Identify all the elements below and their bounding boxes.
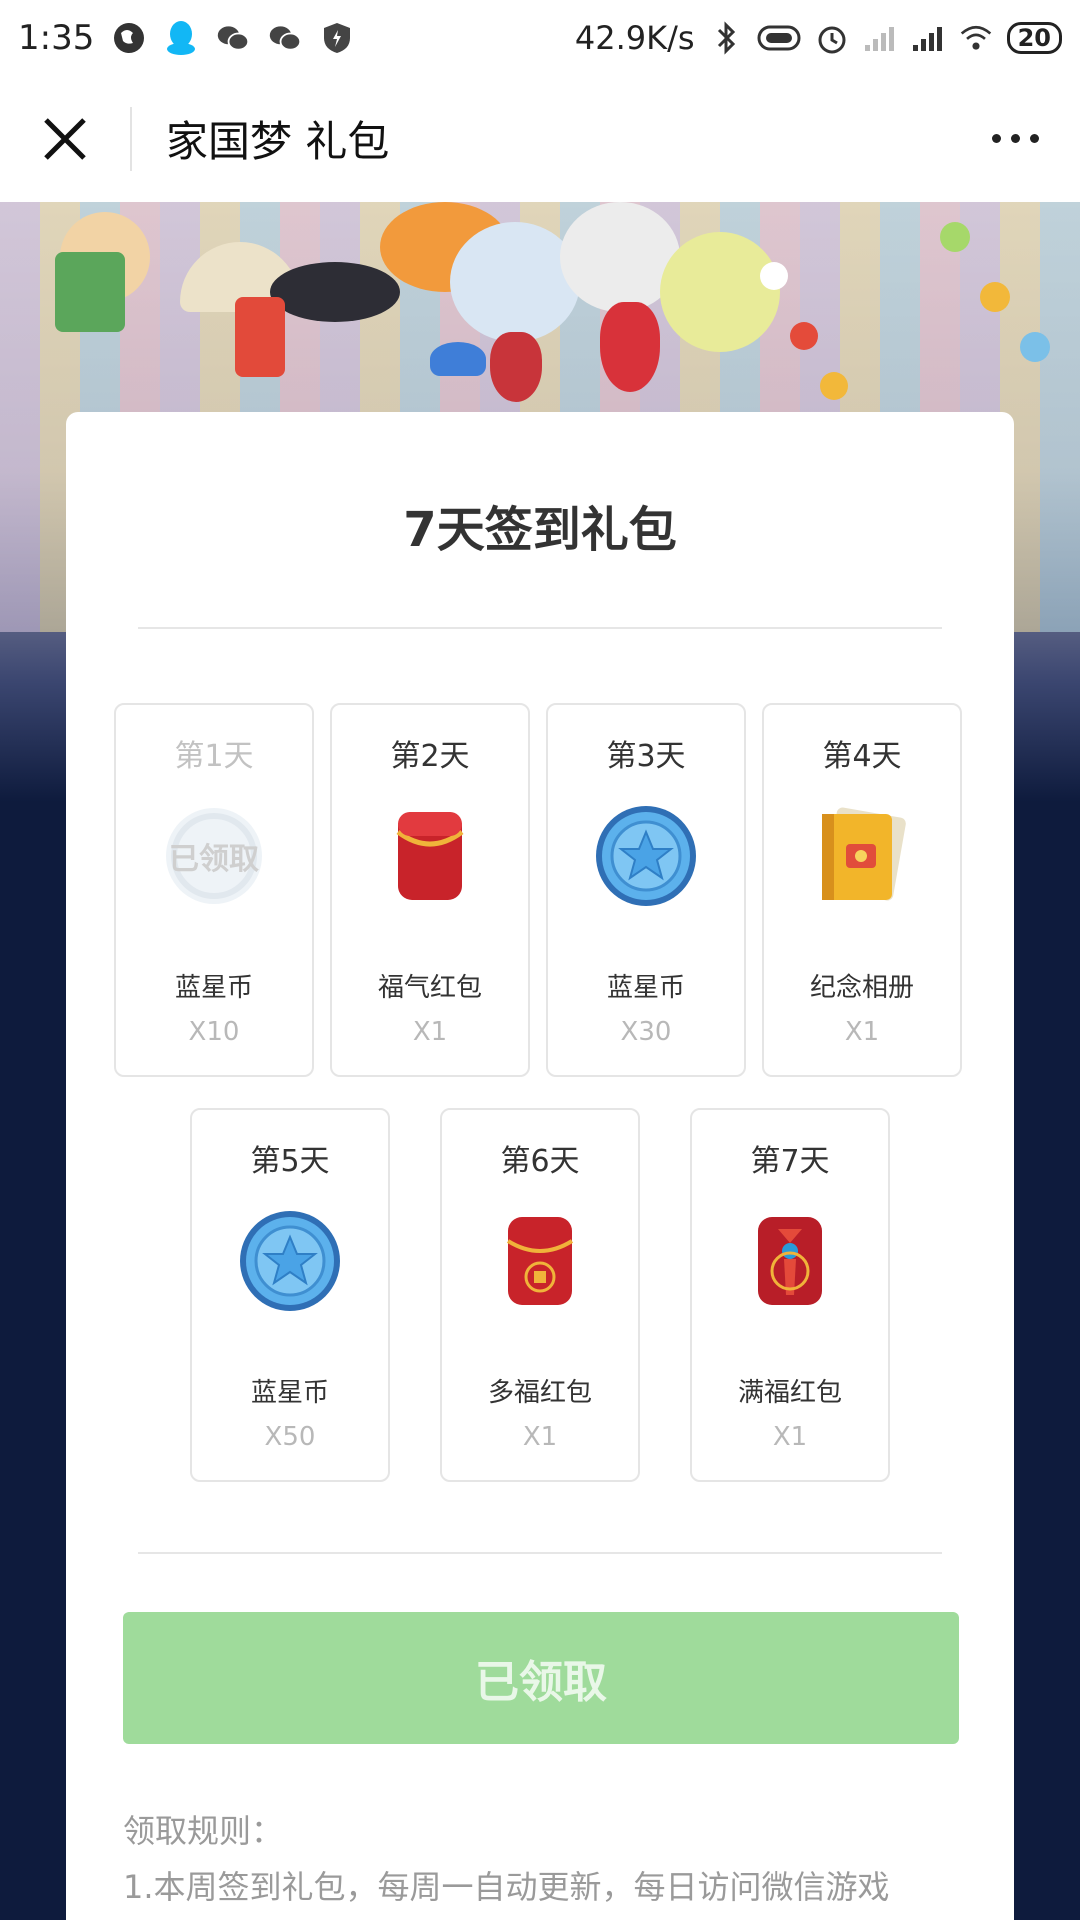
reward-qty: X1 <box>772 1422 808 1452</box>
battery-icon: 20 <box>1006 21 1062 54</box>
reward-name: 蓝星币 <box>250 1378 329 1408</box>
divider-bottom <box>138 1552 942 1554</box>
battery-level: 20 <box>1017 23 1051 52</box>
day-card-2[interactable]: 第2天 福气红包 X1 <box>330 703 530 1077</box>
bluetooth-icon <box>709 20 743 55</box>
qq-icon <box>164 20 198 55</box>
net-speed: 42.9K/s <box>574 18 695 57</box>
day-label: 第6天 <box>500 1144 580 1179</box>
signal-off-icon <box>863 21 897 55</box>
more-icon <box>991 134 1039 143</box>
reward-name: 蓝星币 <box>606 973 685 1003</box>
day-label: 第3天 <box>606 739 686 774</box>
photo-album-icon <box>807 801 917 911</box>
page-title: 家国梦 礼包 <box>166 117 390 166</box>
reward-qty: X1 <box>412 1017 448 1047</box>
fu-red-envelope-icon <box>485 1206 595 1316</box>
blue-star-coin-icon <box>235 1206 345 1316</box>
more-button[interactable] <box>950 75 1080 202</box>
reward-qty: X1 <box>844 1017 880 1047</box>
day-label: 第5天 <box>250 1144 330 1179</box>
wifi-icon <box>959 21 993 55</box>
day-label: 第1天 <box>174 739 254 774</box>
shield-icon <box>320 21 354 55</box>
divider-top <box>138 627 942 629</box>
rules-title: 领取规则： <box>123 1812 284 1850</box>
reward-qty: X10 <box>188 1017 240 1047</box>
alarm-icon <box>815 21 849 55</box>
claimed-stamp: 已领取 <box>169 842 259 877</box>
knot-red-envelope-icon <box>735 1206 845 1316</box>
reward-qty: X1 <box>522 1422 558 1452</box>
rules-text: 1.本周签到礼包，每周一自动更新，每日访问微信游戏 <box>123 1868 890 1906</box>
nav-divider <box>130 106 132 171</box>
day-label: 第7天 <box>750 1144 830 1179</box>
wechat-icon <box>216 21 250 55</box>
globe-icon <box>112 21 146 55</box>
day-card-5[interactable]: 第5天 蓝星币 X50 <box>190 1108 390 1482</box>
blue-star-coin-icon: 已领取 <box>159 801 269 911</box>
reward-name: 蓝星币 <box>174 973 253 1003</box>
nav-bar: 家国梦 礼包 <box>0 75 1080 202</box>
day-card-3[interactable]: 第3天 蓝星币 X30 <box>546 703 746 1077</box>
day-card-1[interactable]: 第1天 已领取 蓝星币 X10 <box>114 703 314 1077</box>
day-label: 第4天 <box>822 739 902 774</box>
day-label: 第2天 <box>390 739 470 774</box>
blue-star-coin-icon <box>591 801 701 911</box>
reward-name: 满福红包 <box>737 1378 842 1408</box>
close-button[interactable] <box>0 75 130 202</box>
signal-icon <box>911 21 945 55</box>
day-card-6[interactable]: 第6天 多福红包 X1 <box>440 1108 640 1482</box>
reward-qty: X50 <box>264 1422 316 1452</box>
reward-name: 福气红包 <box>377 973 482 1003</box>
status-time: 1:35 <box>18 17 95 58</box>
day-card-7[interactable]: 第7天 满福红包 X1 <box>690 1108 890 1482</box>
red-envelope-icon <box>375 801 485 911</box>
wechat-icon <box>268 21 302 55</box>
reward-name: 纪念相册 <box>809 973 914 1003</box>
status-bar: 1:35 42.9K/s 20 <box>0 0 1080 75</box>
close-icon <box>44 117 86 160</box>
card-title: 7天签到礼包 <box>403 502 677 558</box>
reward-qty: X30 <box>620 1017 672 1047</box>
day-card-4[interactable]: 第4天 纪念相册 X1 <box>762 703 962 1077</box>
reward-name: 多福红包 <box>487 1378 592 1408</box>
vibrate-icon <box>757 21 801 55</box>
sign-in-card: 7天签到礼包 第1天 已领取 蓝星币 X10 第2天 福气红包 X1 第3天 蓝… <box>66 412 1014 1920</box>
claim-button[interactable]: 已领取 <box>123 1612 959 1744</box>
